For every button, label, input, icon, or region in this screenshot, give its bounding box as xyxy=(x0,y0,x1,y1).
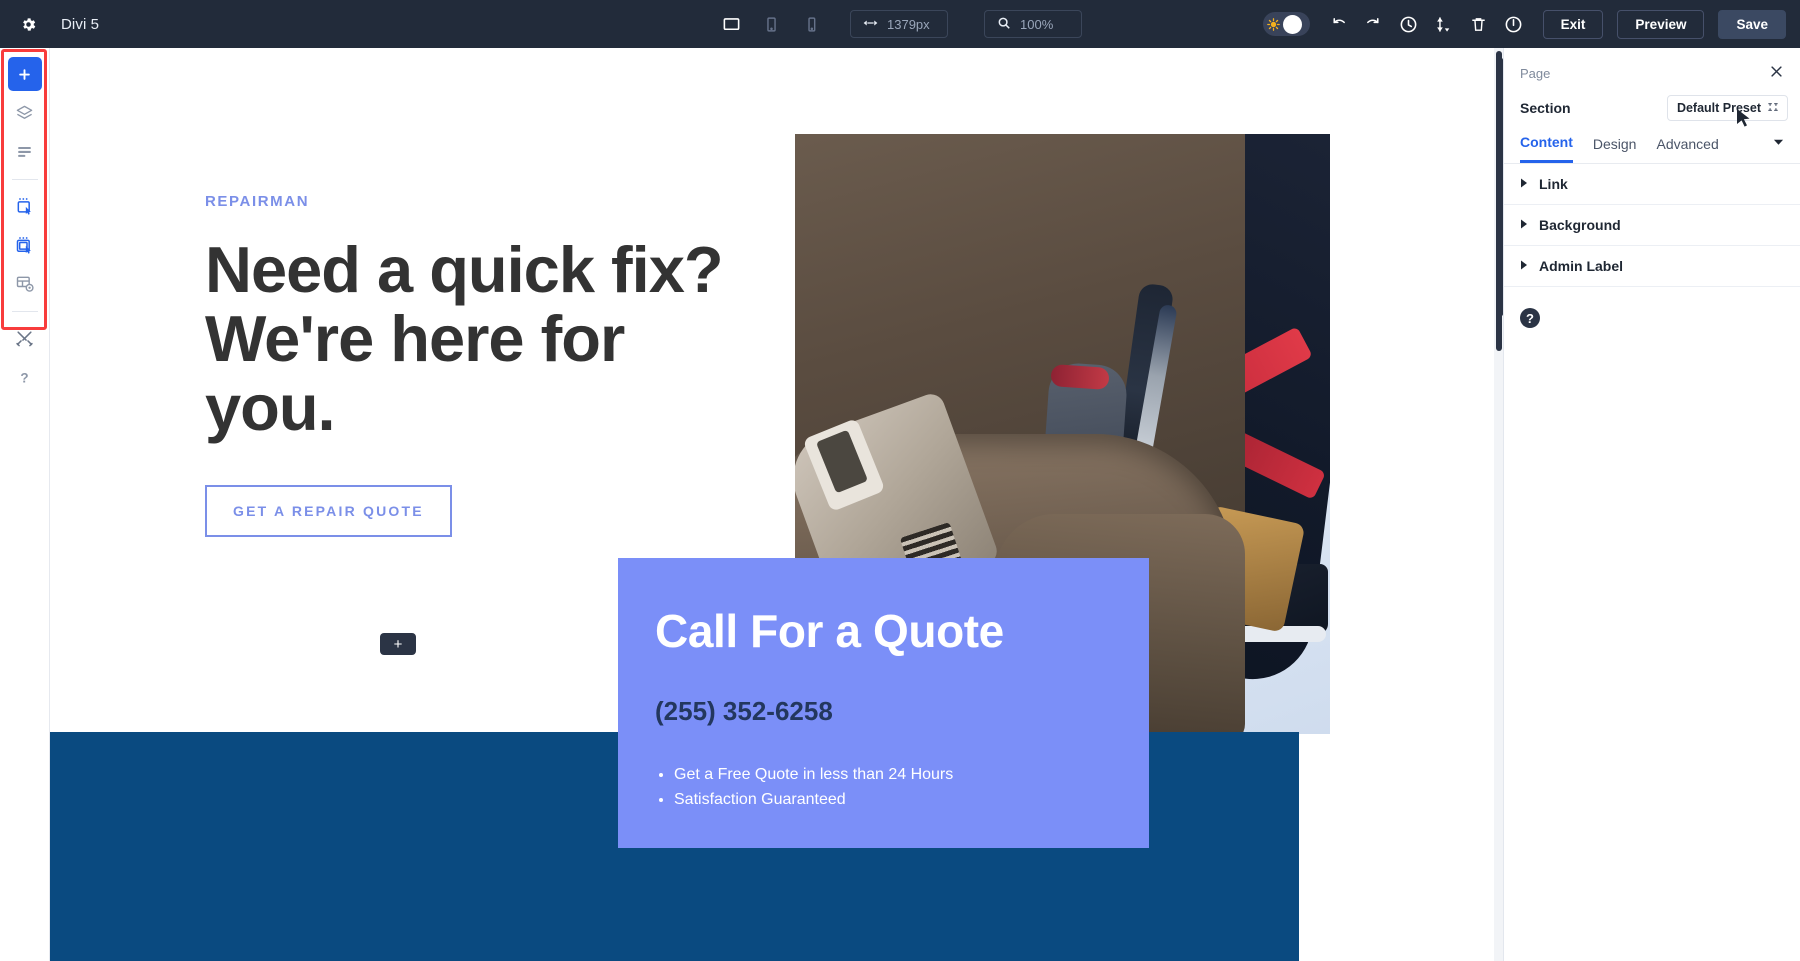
tab-content[interactable]: Content xyxy=(1520,134,1573,163)
left-sidebar: ? xyxy=(0,48,50,961)
sidebar-divider-1 xyxy=(11,179,38,180)
panel-resize-handle[interactable] xyxy=(1499,58,1503,316)
section-row: Section Default Preset xyxy=(1504,90,1800,122)
viewport-controls: 1379px 100% xyxy=(718,0,1082,48)
svg-text:?: ? xyxy=(20,370,28,385)
zoom-field[interactable]: 100% xyxy=(984,10,1082,38)
accordion-admin-label[interactable]: Admin Label xyxy=(1504,246,1800,287)
magnifier-icon xyxy=(997,16,1011,33)
panel-tabs: Content Design Advanced xyxy=(1504,122,1800,164)
preset-icon xyxy=(1768,101,1778,115)
trash-icon[interactable] xyxy=(1464,9,1494,39)
phone-icon[interactable] xyxy=(798,11,824,37)
sidebar-item-help[interactable]: ? xyxy=(8,360,42,394)
toolbar-actions: Exit Preview Save xyxy=(1262,0,1786,48)
sidebar-item-tools[interactable] xyxy=(8,321,42,355)
page-canvas: REPAIRMAN Need a quick fix? We're here f… xyxy=(50,48,1503,961)
settings-panel: Page Section Default Preset Content Desi… xyxy=(1499,48,1800,961)
app-title: Divi 5 xyxy=(61,15,100,33)
preset-dropdown[interactable]: Default Preset xyxy=(1666,94,1788,121)
top-toolbar: Divi 5 1379px 100% Exit Preview Save xyxy=(0,0,1800,48)
accordion-label: Link xyxy=(1539,176,1568,192)
accordion-background[interactable]: Background xyxy=(1504,205,1800,246)
accordion-label: Admin Label xyxy=(1539,258,1624,274)
accordion-label: Background xyxy=(1539,217,1621,233)
tab-advanced[interactable]: Advanced xyxy=(1656,136,1718,162)
sidebar-item-module[interactable] xyxy=(8,189,42,223)
tab-design[interactable]: Design xyxy=(1593,136,1637,162)
caret-right-icon xyxy=(1520,260,1528,272)
list-item: Get a Free Quote in less than 24 Hours xyxy=(674,763,1111,788)
viewport-width-field[interactable]: 1379px xyxy=(850,10,948,38)
hero-text-block: REPAIRMAN Need a quick fix? We're here f… xyxy=(205,193,735,537)
viewport-width-value: 1379px xyxy=(887,16,930,32)
gear-icon[interactable] xyxy=(17,13,39,35)
chevron-down-icon[interactable] xyxy=(1773,138,1784,159)
list-item: Satisfaction Guaranteed xyxy=(674,788,1111,813)
quote-card-phone[interactable]: (255) 352-6258 xyxy=(655,696,1111,727)
power-icon[interactable] xyxy=(1499,9,1529,39)
help-button[interactable]: ? xyxy=(1520,308,1540,328)
sort-arrows-icon[interactable] xyxy=(1429,9,1459,39)
add-module-button[interactable]: + xyxy=(380,633,416,655)
theme-toggle[interactable] xyxy=(1262,12,1310,36)
tablet-icon[interactable] xyxy=(758,11,784,37)
section-label: Section xyxy=(1520,99,1571,116)
quote-card-bullets: Get a Free Quote in less than 24 Hours S… xyxy=(655,763,1111,813)
sidebar-item-row[interactable] xyxy=(8,228,42,262)
close-icon[interactable] xyxy=(1769,64,1784,82)
panel-header: Page xyxy=(1504,56,1800,90)
divi-builder-window: Divi 5 1379px 100% Exit Preview Save ? R… xyxy=(0,0,1800,961)
device-switcher xyxy=(718,11,824,37)
exit-button[interactable]: Exit xyxy=(1542,9,1604,39)
sidebar-divider-2 xyxy=(11,311,38,312)
photo-screwdriver-cap xyxy=(1050,364,1110,390)
quote-card-title: Call For a Quote xyxy=(655,605,1004,657)
horizontal-resize-icon xyxy=(863,17,878,32)
history-clock-icon[interactable] xyxy=(1394,9,1424,39)
preview-button[interactable]: Preview xyxy=(1617,9,1705,39)
caret-right-icon xyxy=(1520,178,1528,190)
toggle-knob xyxy=(1282,14,1302,34)
caret-right-icon xyxy=(1520,219,1528,231)
sidebar-item-layers[interactable] xyxy=(8,96,42,130)
get-a-repair-quote-button[interactable]: GET A REPAIR QUOTE xyxy=(205,484,452,537)
desktop-icon[interactable] xyxy=(718,11,744,37)
breadcrumb: Page xyxy=(1520,65,1551,81)
call-for-quote-card[interactable]: Call For a Quote (255) 352-6258 Get a Fr… xyxy=(618,558,1149,848)
save-button[interactable]: Save xyxy=(1718,9,1786,39)
accordion-link[interactable]: Link xyxy=(1504,164,1800,205)
hero-eyebrow: REPAIRMAN xyxy=(205,193,310,210)
sidebar-item-add[interactable] xyxy=(7,57,42,91)
sun-icon xyxy=(1266,17,1281,32)
sidebar-item-wireframe[interactable] xyxy=(8,135,42,169)
redo-icon[interactable] xyxy=(1359,9,1389,39)
undo-icon[interactable] xyxy=(1324,9,1354,39)
page-title[interactable]: Need a quick fix? We're here for you. xyxy=(205,235,735,443)
mouse-cursor xyxy=(1736,108,1752,134)
sidebar-item-preview-layout[interactable] xyxy=(8,267,42,301)
zoom-value: 100% xyxy=(1020,16,1054,32)
